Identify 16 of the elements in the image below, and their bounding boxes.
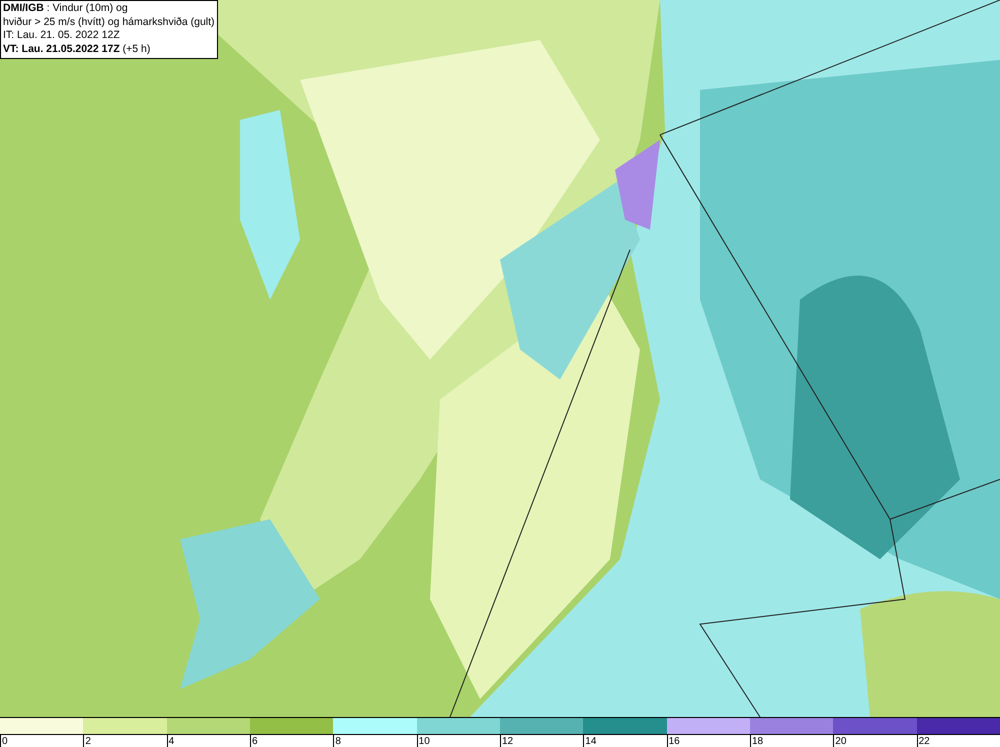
scale-label: 16 [668, 736, 680, 747]
scale-label: 20 [835, 736, 846, 747]
scale-label: 14 [585, 736, 596, 747]
scale-label: 4 [168, 736, 174, 747]
title-line: IT: Lau. 21. 05. 2022 12Z [3, 29, 121, 42]
scale-label: 18 [752, 736, 764, 747]
scale-label: 10 [418, 736, 430, 747]
scale-label: 12 [502, 736, 514, 747]
scale-label: 8 [335, 736, 341, 747]
title-line: DMI/IGB : Vindur (10m) og [3, 2, 129, 16]
scale-label: 2 [85, 736, 91, 747]
title-line: VT: Lau. 21.05.2022 17Z (+5 h) [3, 42, 152, 56]
scale-label: 22 [918, 736, 930, 747]
scale-label: 0 [2, 736, 8, 747]
title-line: hviður > 25 m/s (hvítt) og hámarkshviða (gult) [3, 16, 215, 29]
scale-label: 6 [252, 736, 258, 747]
